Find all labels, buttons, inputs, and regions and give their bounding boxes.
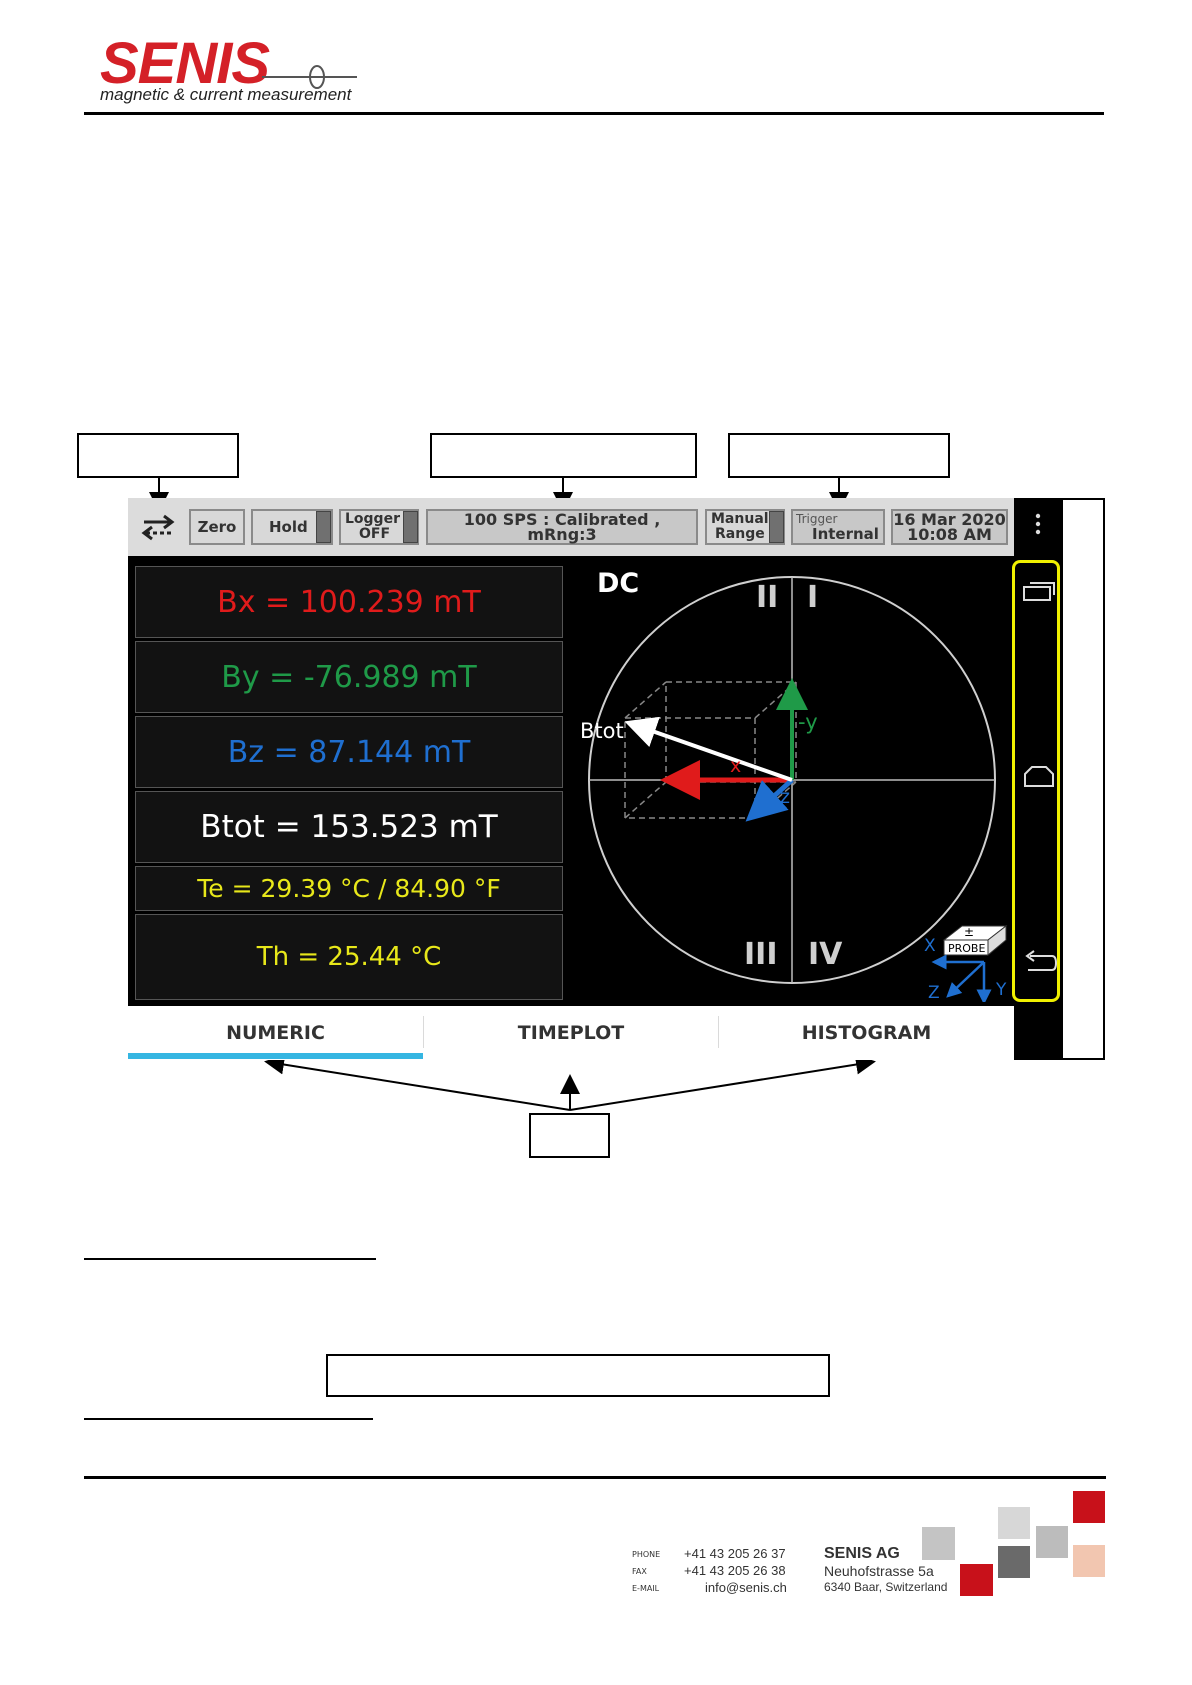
deco-square: [960, 1564, 993, 1596]
te-reading: Te = 29.39 °C / 84.90 °F: [135, 866, 563, 911]
manual-range-line1: Manual: [711, 511, 769, 527]
fax-label: FAX: [632, 1567, 647, 1576]
x-vector-label: x: [730, 755, 742, 777]
company-city: 6340 Baar, Switzerland: [824, 1580, 948, 1594]
home-icon[interactable]: [1022, 764, 1056, 790]
trigger-value: Internal: [812, 525, 879, 543]
quadrant-i: I: [807, 580, 819, 615]
th-reading: Th = 25.44 °C: [135, 914, 563, 1000]
btot-vector: [624, 716, 793, 782]
btot-vector-label: Btot: [580, 719, 624, 743]
trigger-selector[interactable]: Trigger Internal: [791, 509, 885, 545]
z-vector-label: z: [780, 786, 790, 808]
by-reading: By = -76.989 mT: [135, 641, 563, 713]
probe-axis-x: X: [924, 936, 936, 956]
fax-value: +41 43 205 26 38: [684, 1563, 786, 1578]
phone-label: PHONE: [632, 1550, 661, 1559]
btot-reading: Btot = 153.523 mT: [135, 791, 563, 863]
probe-axis-z: Z: [928, 983, 940, 1003]
bx-reading: Bx = 100.239 mT: [135, 566, 563, 638]
logger-indicator: [403, 511, 418, 543]
callout-box-navigation: [1061, 498, 1105, 1060]
section-underline: [84, 1258, 376, 1260]
deco-square: [1036, 1526, 1068, 1558]
hold-label: Hold: [269, 517, 308, 536]
section-underline: [84, 1418, 373, 1420]
tab-timeplot[interactable]: TIMEPLOT: [424, 1006, 718, 1060]
manual-range-line2: Range: [715, 526, 765, 542]
hold-indicator: [316, 511, 331, 543]
tab-histogram[interactable]: HISTOGRAM: [719, 1006, 1014, 1060]
company-street: Neuhofstrasse 5a: [824, 1563, 934, 1579]
overflow-menu-icon[interactable]: [1030, 510, 1046, 540]
mode-display[interactable]: 100 SPS : Calibrated , mRng:3: [426, 509, 698, 545]
tab-numeric[interactable]: NUMERIC: [128, 1006, 423, 1060]
datetime-display: 16 Mar 2020 10:08 AM: [891, 509, 1008, 545]
deco-square: [1073, 1491, 1105, 1523]
quadrant-iii: III: [744, 937, 778, 972]
manual-range-indicator: [769, 511, 784, 543]
deco-square: [922, 1527, 955, 1560]
deco-square: [1073, 1545, 1105, 1577]
logger-state: OFF: [359, 526, 391, 542]
deco-square: [998, 1507, 1030, 1539]
time-text: 10:08 AM: [907, 525, 992, 544]
mode-dc-label: DC: [597, 568, 640, 599]
email-label: E-MAIL: [632, 1584, 660, 1593]
bz-reading: Bz = 87.144 mT: [135, 716, 563, 788]
quadrant-ii: II: [756, 580, 779, 615]
zero-button[interactable]: Zero: [189, 509, 245, 545]
callout-box-tabs: [529, 1113, 610, 1158]
logger-label: Logger: [345, 511, 400, 527]
company-name: SENIS AG: [824, 1545, 900, 1562]
deco-square: [998, 1546, 1030, 1578]
email-value[interactable]: info@senis.ch: [705, 1580, 787, 1595]
recent-apps-icon[interactable]: [1022, 578, 1058, 604]
probe-axis-y: Y: [996, 980, 1007, 1000]
connection-swap-icon[interactable]: [140, 512, 176, 542]
back-icon[interactable]: [1022, 950, 1058, 976]
quadrant-iv: IV: [808, 937, 843, 972]
y-vector-label: -y: [798, 710, 818, 734]
phone-value: +41 43 205 26 37: [684, 1546, 786, 1561]
probe-label: PROBE: [948, 942, 986, 955]
active-tab-indicator: [128, 1053, 423, 1059]
callout-box-caption: [326, 1354, 830, 1397]
footer-rule: [84, 1476, 1106, 1479]
probe-sign: ±: [964, 925, 975, 939]
